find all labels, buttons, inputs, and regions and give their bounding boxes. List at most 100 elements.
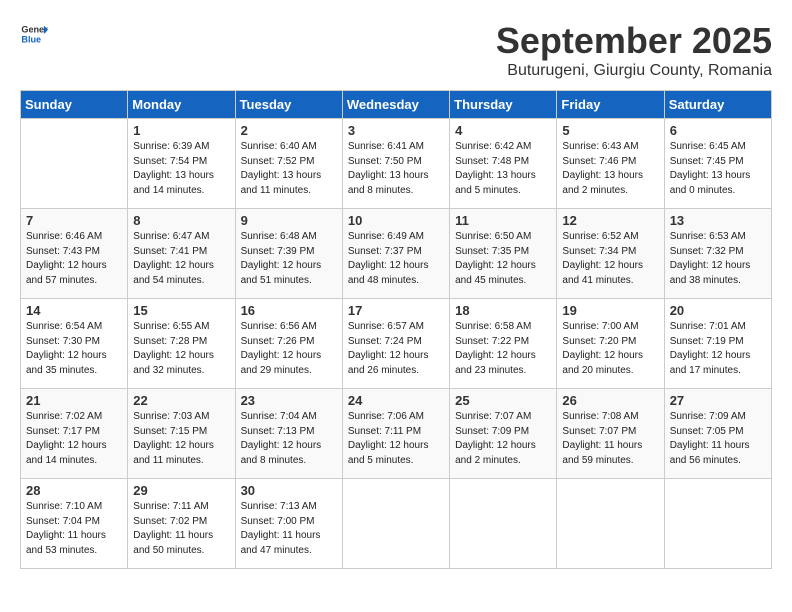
- calendar-cell: [450, 479, 557, 569]
- calendar-cell: 17Sunrise: 6:57 AM Sunset: 7:24 PM Dayli…: [342, 299, 449, 389]
- day-number: 30: [241, 483, 337, 498]
- day-info: Sunrise: 6:58 AM Sunset: 7:22 PM Dayligh…: [455, 320, 551, 378]
- day-info: Sunrise: 6:43 AM Sunset: 7:46 PM Dayligh…: [562, 140, 658, 198]
- calendar-cell: 11Sunrise: 6:50 AM Sunset: 7:35 PM Dayli…: [450, 209, 557, 299]
- calendar-cell: 9 Sunrise: 6:48 AM Sunset: 7:39 PM Daylig…: [235, 209, 342, 299]
- day-number: 10: [348, 213, 444, 228]
- calendar-week-2: 7Sunrise: 6:46 AM Sunset: 7:43 PM Daylig…: [21, 209, 772, 299]
- calendar-cell: 23Sunrise: 7:04 AM Sunset: 7:13 PM Dayli…: [235, 389, 342, 479]
- day-number: 1: [133, 123, 229, 138]
- day-number: 21: [26, 393, 122, 408]
- calendar-cell: 15 Sunrise: 6:55 AM Sunset: 7:28 PM Dayli…: [128, 299, 235, 389]
- calendar-cell: 1 Sunrise: 6:39 AM Sunset: 7:54 PM Daylig…: [128, 119, 235, 209]
- calendar-table: Sunday Monday Tuesday Wednesday Thursday…: [20, 90, 772, 569]
- day-info: Sunrise: 7:10 AM Sunset: 7:04 PM Dayligh…: [26, 500, 122, 558]
- calendar-cell: 12 Sunrise: 6:52 AM Sunset: 7:34 PM Dayli…: [557, 209, 664, 299]
- day-number: 12: [562, 213, 658, 228]
- calendar-cell: 8 Sunrise: 6:47 AM Sunset: 7:41 PM Daylig…: [128, 209, 235, 299]
- logo: General Blue: [20, 20, 48, 48]
- title-area: September 2025 Buturugeni, Giurgiu Count…: [496, 20, 772, 80]
- day-info: Sunrise: 7:11 AM Sunset: 7:02 PM Dayligh…: [133, 500, 229, 558]
- day-number: 20: [670, 303, 766, 318]
- calendar-cell: 4Sunrise: 6:42 AM Sunset: 7:48 PM Daylig…: [450, 119, 557, 209]
- calendar-cell: 14 Sunrise: 6:54 AM Sunset: 7:30 PM Dayli…: [21, 299, 128, 389]
- col-wednesday: Wednesday: [342, 91, 449, 119]
- calendar-cell: [557, 479, 664, 569]
- calendar-cell: 21 Sunrise: 7:02 AM Sunset: 7:17 PM Dayli…: [21, 389, 128, 479]
- calendar-cell: 7Sunrise: 6:46 AM Sunset: 7:43 PM Daylig…: [21, 209, 128, 299]
- calendar-cell: 19Sunrise: 7:00 AM Sunset: 7:20 PM Dayli…: [557, 299, 664, 389]
- day-info: Sunrise: 6:41 AM Sunset: 7:50 PM Dayligh…: [348, 140, 444, 198]
- day-info: Sunrise: 7:02 AM Sunset: 7:17 PM Dayligh…: [26, 410, 122, 468]
- day-info: Sunrise: 6:55 AM Sunset: 7:28 PM Dayligh…: [133, 320, 229, 378]
- day-info: Sunrise: 6:46 AM Sunset: 7:43 PM Dayligh…: [26, 230, 122, 288]
- calendar-cell: 26 Sunrise: 7:08 AM Sunset: 7:07 PM Dayli…: [557, 389, 664, 479]
- calendar-cell: 2 Sunrise: 6:40 AM Sunset: 7:52 PM Daylig…: [235, 119, 342, 209]
- day-number: 17: [348, 303, 444, 318]
- day-number: 26: [562, 393, 658, 408]
- day-info: Sunrise: 7:09 AM Sunset: 7:05 PM Dayligh…: [670, 410, 766, 468]
- calendar-cell: 25 Sunrise: 7:07 AM Sunset: 7:09 PM Dayli…: [450, 389, 557, 479]
- day-info: Sunrise: 7:07 AM Sunset: 7:09 PM Dayligh…: [455, 410, 551, 468]
- day-number: 16: [241, 303, 337, 318]
- calendar-cell: 22 Sunrise: 7:03 AM Sunset: 7:15 PM Dayli…: [128, 389, 235, 479]
- calendar-cell: [664, 479, 771, 569]
- col-friday: Friday: [557, 91, 664, 119]
- calendar-cell: [342, 479, 449, 569]
- day-number: 14: [26, 303, 122, 318]
- svg-text:Blue: Blue: [21, 34, 41, 44]
- col-sunday: Sunday: [21, 91, 128, 119]
- day-info: Sunrise: 7:04 AM Sunset: 7:13 PM Dayligh…: [241, 410, 337, 468]
- calendar-cell: 24 Sunrise: 7:06 AM Sunset: 7:11 PM Dayli…: [342, 389, 449, 479]
- day-info: Sunrise: 6:47 AM Sunset: 7:41 PM Dayligh…: [133, 230, 229, 288]
- day-info: Sunrise: 6:40 AM Sunset: 7:52 PM Dayligh…: [241, 140, 337, 198]
- day-number: 11: [455, 213, 551, 228]
- day-number: 29: [133, 483, 229, 498]
- day-number: 25: [455, 393, 551, 408]
- calendar-cell: 28 Sunrise: 7:10 AM Sunset: 7:04 PM Dayli…: [21, 479, 128, 569]
- calendar-cell: 20 Sunrise: 7:01 AM Sunset: 7:19 PM Dayli…: [664, 299, 771, 389]
- day-info: Sunrise: 6:48 AM Sunset: 7:39 PM Dayligh…: [241, 230, 337, 288]
- day-info: Sunrise: 6:49 AM Sunset: 7:37 PM Dayligh…: [348, 230, 444, 288]
- day-info: Sunrise: 7:13 AM Sunset: 7:00 PM Dayligh…: [241, 500, 337, 558]
- day-number: 4: [455, 123, 551, 138]
- calendar-week-5: 28 Sunrise: 7:10 AM Sunset: 7:04 PM Dayli…: [21, 479, 772, 569]
- day-info: Sunrise: 7:08 AM Sunset: 7:07 PM Dayligh…: [562, 410, 658, 468]
- day-number: 18: [455, 303, 551, 318]
- day-number: 2: [241, 123, 337, 138]
- calendar-cell: 16 Sunrise: 6:56 AM Sunset: 7:26 PM Dayli…: [235, 299, 342, 389]
- day-info: Sunrise: 7:06 AM Sunset: 7:11 PM Dayligh…: [348, 410, 444, 468]
- day-number: 28: [26, 483, 122, 498]
- calendar-cell: 18 Sunrise: 6:58 AM Sunset: 7:22 PM Dayli…: [450, 299, 557, 389]
- day-number: 9: [241, 213, 337, 228]
- day-info: Sunrise: 6:45 AM Sunset: 7:45 PM Dayligh…: [670, 140, 766, 198]
- col-thursday: Thursday: [450, 91, 557, 119]
- calendar-cell: 30 Sunrise: 7:13 AM Sunset: 7:00 PM Dayli…: [235, 479, 342, 569]
- day-info: Sunrise: 7:01 AM Sunset: 7:19 PM Dayligh…: [670, 320, 766, 378]
- calendar-cell: 6Sunrise: 6:45 AM Sunset: 7:45 PM Daylig…: [664, 119, 771, 209]
- calendar-week-3: 14 Sunrise: 6:54 AM Sunset: 7:30 PM Dayli…: [21, 299, 772, 389]
- day-info: Sunrise: 6:39 AM Sunset: 7:54 PM Dayligh…: [133, 140, 229, 198]
- day-number: 13: [670, 213, 766, 228]
- col-monday: Monday: [128, 91, 235, 119]
- calendar-cell: 27Sunrise: 7:09 AM Sunset: 7:05 PM Dayli…: [664, 389, 771, 479]
- header-row: Sunday Monday Tuesday Wednesday Thursday…: [21, 91, 772, 119]
- day-info: Sunrise: 7:03 AM Sunset: 7:15 PM Dayligh…: [133, 410, 229, 468]
- logo-icon: General Blue: [20, 20, 48, 48]
- day-info: Sunrise: 6:53 AM Sunset: 7:32 PM Dayligh…: [670, 230, 766, 288]
- day-number: 24: [348, 393, 444, 408]
- day-info: Sunrise: 6:52 AM Sunset: 7:34 PM Dayligh…: [562, 230, 658, 288]
- day-number: 22: [133, 393, 229, 408]
- header: General Blue September 2025 Buturugeni, …: [20, 20, 772, 80]
- calendar-cell: 13 Sunrise: 6:53 AM Sunset: 7:32 PM Dayli…: [664, 209, 771, 299]
- day-number: 19: [562, 303, 658, 318]
- col-tuesday: Tuesday: [235, 91, 342, 119]
- day-info: Sunrise: 6:54 AM Sunset: 7:30 PM Dayligh…: [26, 320, 122, 378]
- day-info: Sunrise: 6:56 AM Sunset: 7:26 PM Dayligh…: [241, 320, 337, 378]
- calendar-cell: 3 Sunrise: 6:41 AM Sunset: 7:50 PM Daylig…: [342, 119, 449, 209]
- day-number: 3: [348, 123, 444, 138]
- calendar-cell: 5Sunrise: 6:43 AM Sunset: 7:46 PM Daylig…: [557, 119, 664, 209]
- day-number: 15: [133, 303, 229, 318]
- calendar-cell: 29 Sunrise: 7:11 AM Sunset: 7:02 PM Dayli…: [128, 479, 235, 569]
- day-number: 8: [133, 213, 229, 228]
